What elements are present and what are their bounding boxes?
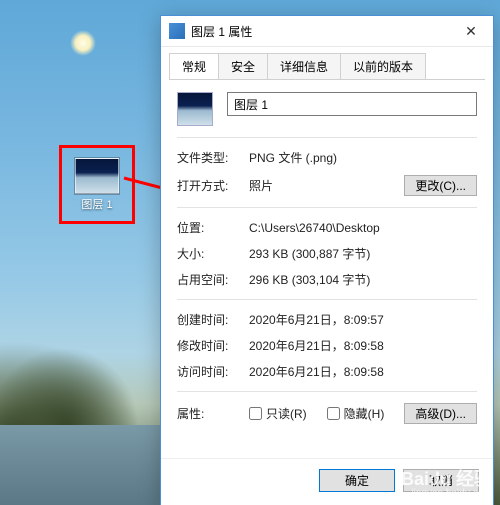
- readonly-input[interactable]: [249, 407, 262, 420]
- accessed-label: 访问时间:: [177, 363, 249, 380]
- separator: [177, 299, 477, 300]
- ok-button[interactable]: 确定: [319, 469, 395, 492]
- separator: [177, 391, 477, 392]
- readonly-label: 只读(R): [266, 405, 307, 422]
- hidden-label: 隐藏(H): [344, 405, 385, 422]
- desktop-wallpaper: 图层 1 图层 1 属性 ✕ 常规 安全 详细信息 以前的版本 文件类型:: [0, 0, 500, 505]
- close-icon: ✕: [465, 24, 477, 38]
- readonly-checkbox[interactable]: 只读(R): [249, 405, 307, 422]
- file-icon[interactable]: [75, 158, 119, 194]
- separator: [177, 137, 477, 138]
- type-label: 文件类型:: [177, 149, 249, 166]
- cancel-button[interactable]: 取消: [403, 469, 479, 492]
- modified-value: 2020年6月21日，8:09:58: [249, 337, 477, 354]
- dialog-footer: 确定 取消: [161, 458, 493, 505]
- created-label: 创建时间:: [177, 311, 249, 328]
- dialog-body: 文件类型: PNG 文件 (.png) 打开方式: 照片 更改(C)... 位置…: [161, 80, 493, 458]
- hidden-input[interactable]: [327, 407, 340, 420]
- tab-security[interactable]: 安全: [218, 53, 268, 79]
- tab-details[interactable]: 详细信息: [267, 53, 341, 79]
- size-on-disk-label: 占用空间:: [177, 271, 249, 288]
- tab-strip: 常规 安全 详细信息 以前的版本: [161, 47, 493, 79]
- filename-input[interactable]: [227, 92, 477, 116]
- created-value: 2020年6月21日，8:09:57: [249, 311, 477, 328]
- titlebar[interactable]: 图层 1 属性 ✕: [161, 16, 493, 47]
- location-value: C:\Users\26740\Desktop: [249, 221, 477, 235]
- size-on-disk-value: 296 KB (303,104 字节): [249, 271, 477, 288]
- file-label[interactable]: 图层 1: [81, 196, 112, 212]
- open-with-value: 照片: [249, 177, 404, 194]
- separator: [177, 207, 477, 208]
- file-thumbnail-icon: [177, 92, 213, 126]
- desktop-file-highlight: 图层 1: [59, 145, 135, 224]
- properties-dialog: 图层 1 属性 ✕ 常规 安全 详细信息 以前的版本 文件类型: PNG 文件 …: [160, 15, 494, 505]
- advanced-button[interactable]: 高级(D)...: [404, 403, 477, 424]
- hidden-checkbox[interactable]: 隐藏(H): [327, 405, 385, 422]
- sun-decoration: [70, 30, 96, 56]
- window-title: 图层 1 属性: [191, 23, 449, 40]
- size-label: 大小:: [177, 245, 249, 262]
- attributes-label: 属性:: [177, 405, 249, 422]
- accessed-value: 2020年6月21日，8:09:58: [249, 363, 477, 380]
- change-button[interactable]: 更改(C)...: [404, 175, 477, 196]
- type-value: PNG 文件 (.png): [249, 149, 477, 166]
- tab-general[interactable]: 常规: [169, 53, 219, 79]
- modified-label: 修改时间:: [177, 337, 249, 354]
- water-decoration: [0, 425, 160, 505]
- window-icon: [169, 23, 185, 39]
- location-label: 位置:: [177, 219, 249, 236]
- size-value: 293 KB (300,887 字节): [249, 245, 477, 262]
- tab-previous-versions[interactable]: 以前的版本: [340, 53, 426, 79]
- open-with-label: 打开方式:: [177, 177, 249, 194]
- close-button[interactable]: ✕: [449, 16, 493, 46]
